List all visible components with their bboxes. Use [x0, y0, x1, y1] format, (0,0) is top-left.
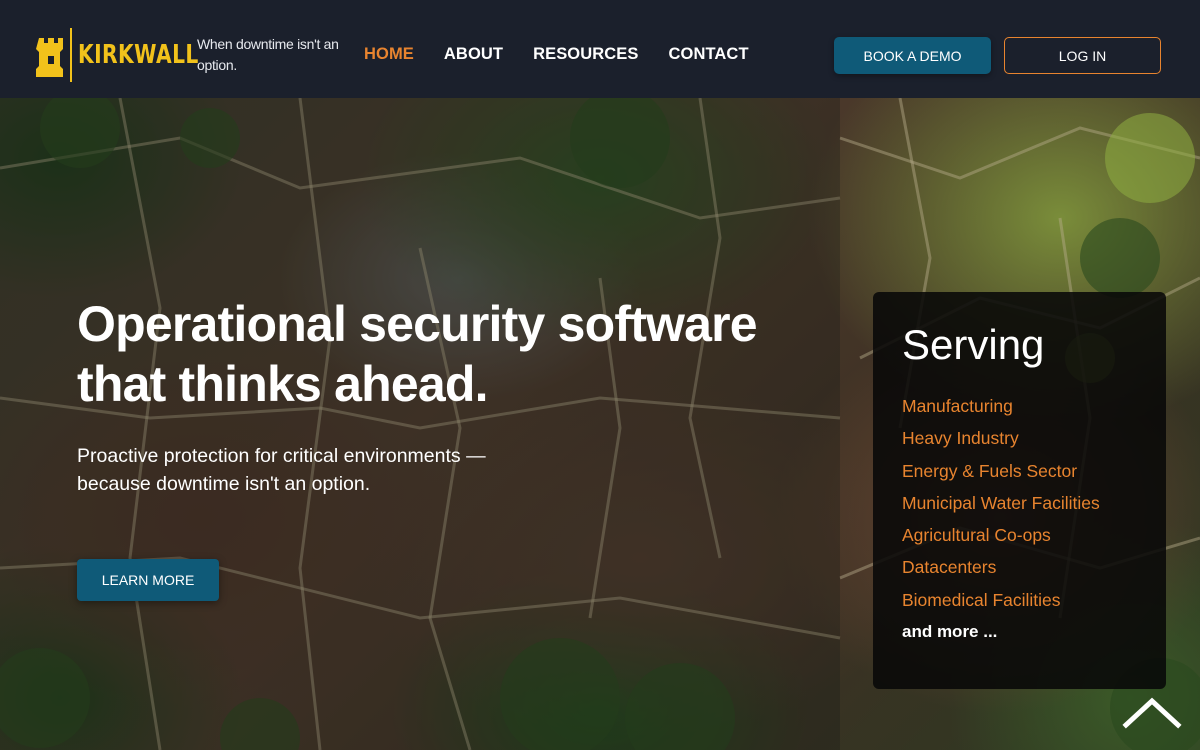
logo-divider: [70, 28, 72, 82]
hero-subheadline: Proactive protection for critical enviro…: [77, 445, 486, 495]
serving-title: Serving: [902, 321, 1045, 368]
nav-about[interactable]: ABOUT: [444, 45, 503, 64]
serving-more: and more ...: [902, 622, 998, 642]
serving-panel: Serving Manufacturing Heavy Industry Ene…: [873, 292, 1166, 689]
hero-section: Operational security software that think…: [0, 98, 1200, 750]
serving-item: Agricultural Co-ops: [902, 525, 1051, 546]
serving-list: Manufacturing Heavy Industry Energy & Fu…: [902, 390, 1137, 616]
hero-overlay: [0, 98, 840, 750]
book-demo-button[interactable]: BOOK A DEMO: [834, 37, 991, 74]
site-header: KIRKWALL When downtime isn't an option. …: [0, 0, 1200, 98]
brand-tagline: When downtime isn't an option.: [197, 36, 339, 73]
serving-item: Manufacturing: [902, 396, 1013, 416]
brand-name: KIRKWALL: [78, 40, 199, 70]
chevron-up-icon[interactable]: [1120, 695, 1184, 735]
hero-headline: Operational security software that think…: [77, 296, 758, 412]
nav-contact[interactable]: CONTACT: [669, 45, 749, 64]
nav-home[interactable]: HOME: [364, 45, 414, 64]
serving-item: Municipal Water Facilities: [902, 492, 1100, 513]
serving-item: Energy & Fuels Sector: [902, 460, 1078, 481]
nav-resources[interactable]: RESOURCES: [533, 45, 638, 64]
brand-logo[interactable]: KIRKWALL: [36, 28, 199, 82]
main-nav: HOME ABOUT RESOURCES CONTACT: [364, 45, 779, 64]
log-in-button[interactable]: LOG IN: [1004, 37, 1161, 74]
rook-icon: [36, 32, 66, 78]
learn-more-button[interactable]: LEARN MORE: [77, 559, 219, 601]
serving-item: Datacenters: [902, 557, 997, 578]
serving-item: Biomedical Facilities: [902, 589, 1061, 610]
serving-item: Heavy Industry: [902, 428, 1019, 449]
